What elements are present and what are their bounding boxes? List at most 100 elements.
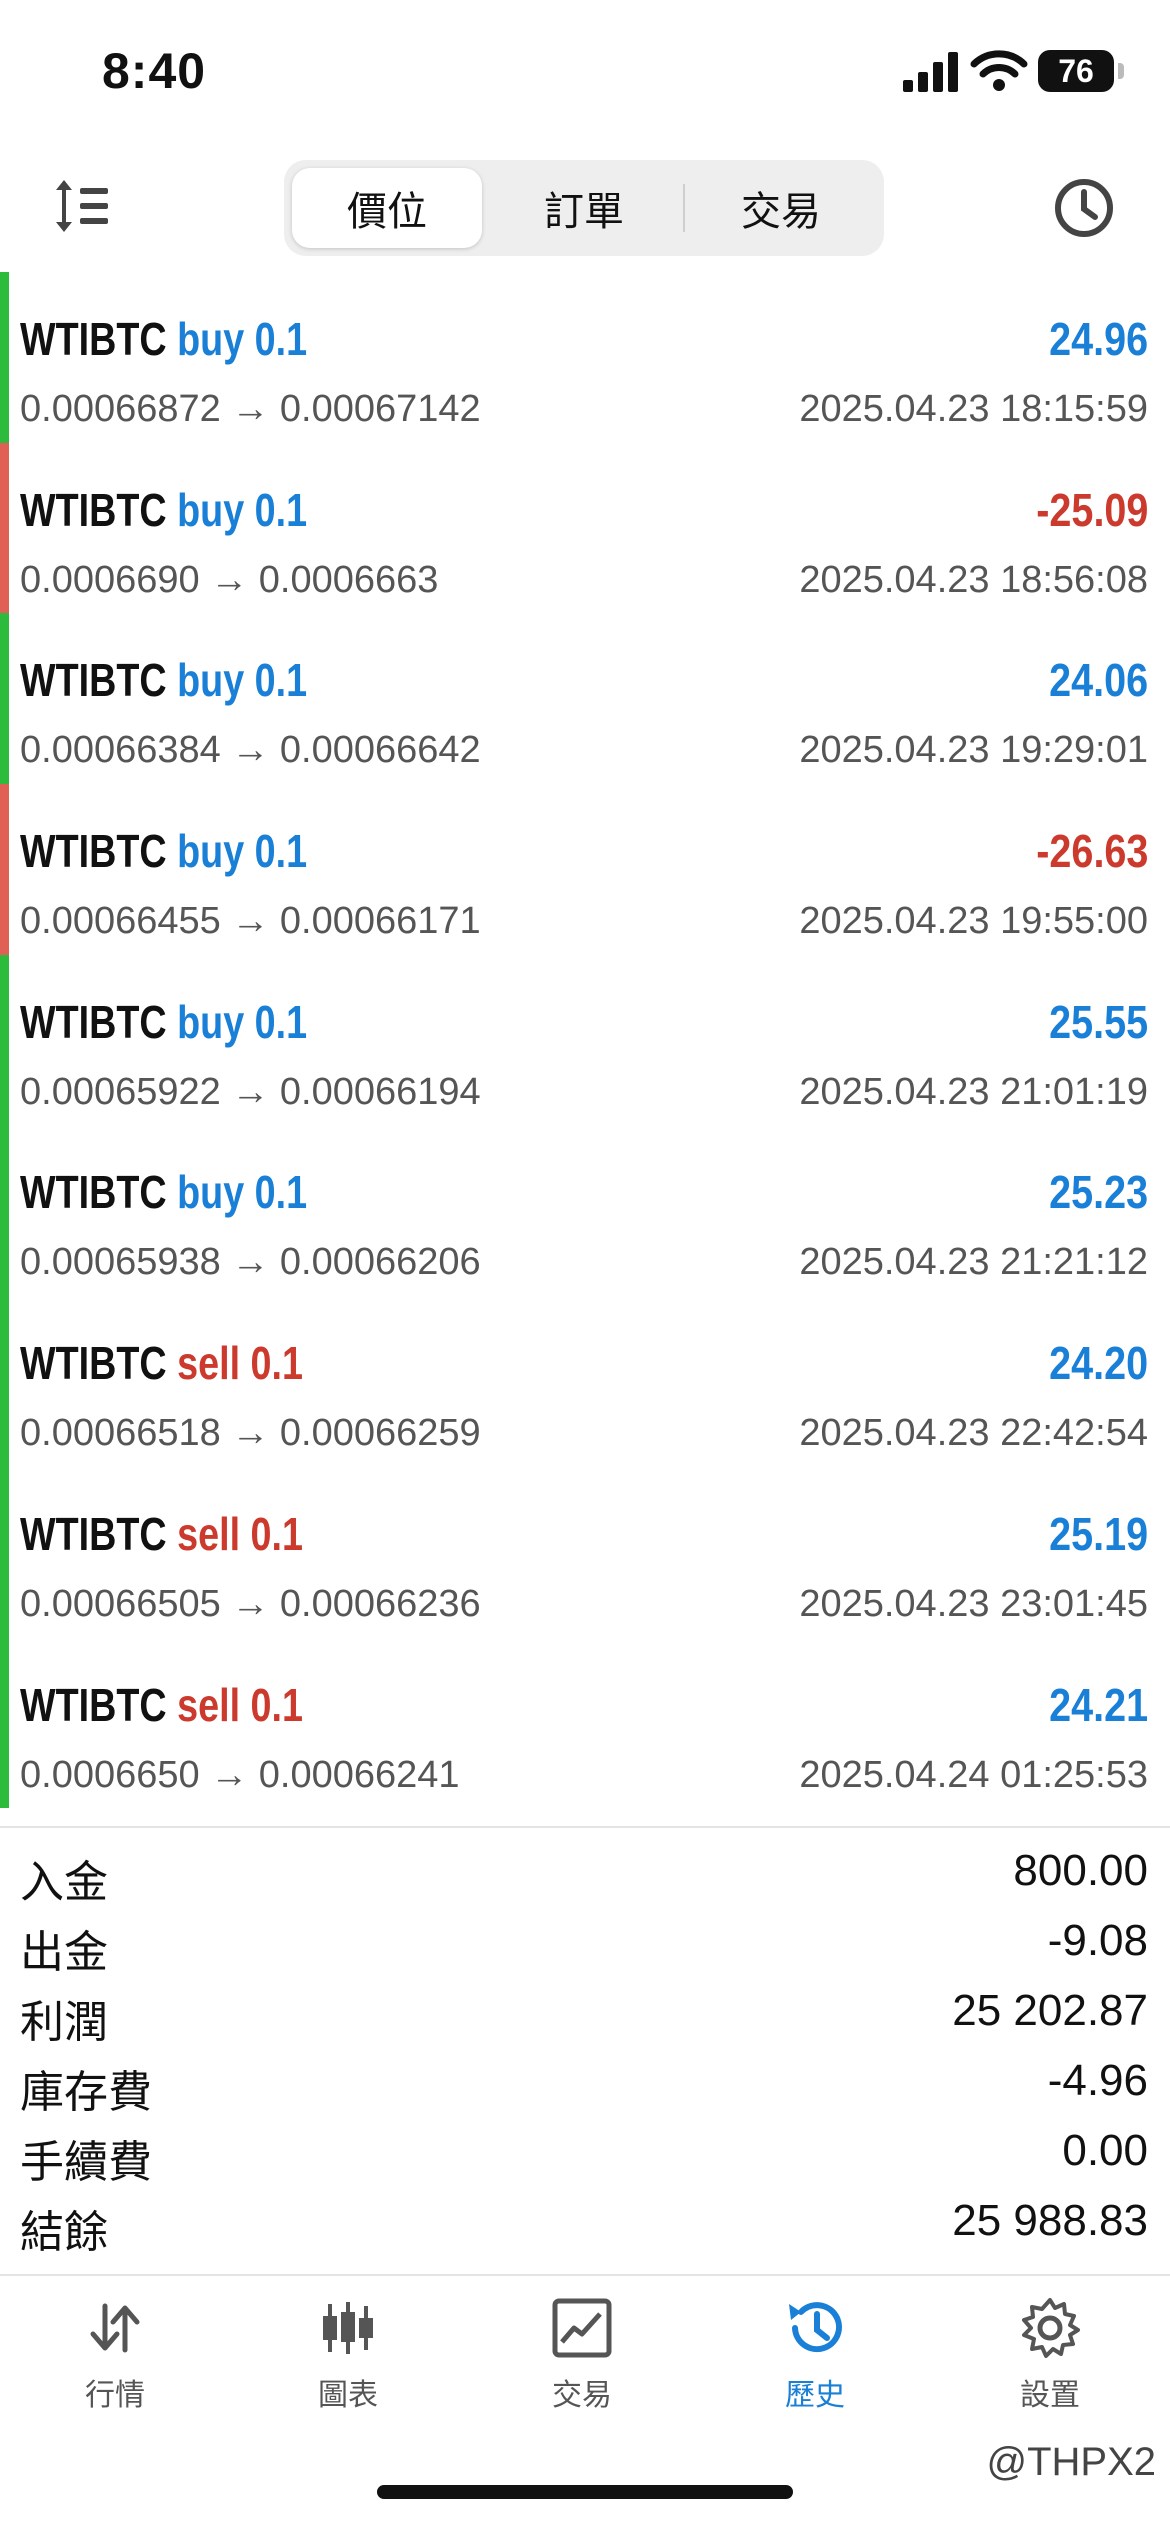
close-price: 0.00067142 <box>279 388 481 430</box>
sort-icon[interactable] <box>52 176 112 236</box>
symbol-name: WTIBTC <box>20 1507 167 1560</box>
trade-volume: 0.1 <box>254 313 308 365</box>
trade-action: sell <box>177 1678 241 1731</box>
trade-symbol: WTIBTC buy 0.1 <box>20 824 307 878</box>
summary-label: 入金 <box>20 1858 108 1907</box>
profit-indicator-bar <box>0 954 9 1126</box>
tab-trade[interactable]: 交易 <box>502 2296 662 2426</box>
symbol-name: WTIBTC <box>20 995 167 1048</box>
segment-price[interactable]: 價位 <box>292 168 482 248</box>
symbol-name: WTIBTC <box>20 654 167 707</box>
trade-prices: 0.0006690 → 0.0006663 <box>20 559 438 602</box>
trade-datetime: 2025.04.23 19:55:00 <box>799 900 1148 943</box>
trade-action: buy <box>177 995 245 1048</box>
summary-value: 800.00 <box>1013 1846 1148 1895</box>
open-price: 0.00066518 <box>20 1412 221 1455</box>
trade-row[interactable]: WTIBTC sell 0.1 24.20 0.00066518 → 0.00066… <box>0 1296 1170 1467</box>
tab-quotes[interactable]: 行情 <box>35 2296 195 2426</box>
trade-volume: 0.1 <box>254 825 308 878</box>
symbol-name: WTIBTC <box>20 1337 167 1390</box>
symbol-name: WTIBTC <box>20 313 167 365</box>
trade-row[interactable]: WTIBTC buy 0.1 25.23 0.00065938 → 0.000662… <box>0 1125 1170 1297</box>
trade-symbol: WTIBTC buy 0.1 <box>20 312 307 366</box>
trade-datetime: 2025.04.23 18:56:08 <box>799 558 1148 601</box>
summary-value: 25 202.87 <box>952 1986 1148 2035</box>
gear-icon <box>1022 2298 1080 2358</box>
battery-indicator: 76 <box>1038 50 1114 92</box>
trade-row[interactable]: WTIBTC buy 0.1 24.96 0.00066872 → 0.000671… <box>0 272 1170 443</box>
trade-datetime: 2025.04.23 21:01:19 <box>799 1070 1148 1113</box>
summary-row: 結餘 25 988.83 <box>0 2186 1170 2257</box>
tab-label: 歷史 <box>785 2379 845 2412</box>
open-price: 0.00066455 <box>20 900 221 943</box>
close-price: 0.00066259 <box>279 1412 481 1455</box>
trade-row[interactable]: WTIBTC buy 0.1 24.06 0.00066384 → 0.000666… <box>0 613 1170 785</box>
trade-action: sell <box>177 1337 241 1390</box>
arrows-updown-icon <box>90 2303 140 2353</box>
trade-volume: 0.1 <box>250 1678 303 1731</box>
home-indicator <box>377 2485 793 2499</box>
tab-history[interactable]: 歷史 <box>735 2296 895 2426</box>
open-price: 0.00066872 <box>20 388 221 430</box>
trade-symbol: WTIBTC buy 0.1 <box>20 483 307 537</box>
trade-profit: 24.20 <box>1048 1337 1148 1390</box>
segment-orders[interactable]: 訂單 <box>489 168 679 248</box>
trade-profit: 24.06 <box>1048 654 1148 707</box>
trade-action: buy <box>177 825 245 878</box>
trade-profit: 25.19 <box>1048 1507 1148 1560</box>
tab-charts[interactable]: 圖表 <box>268 2296 428 2426</box>
watermark: @THPX2 <box>986 2440 1156 2484</box>
summary-label: 庫存費 <box>20 2068 152 2117</box>
trade-action: buy <box>177 654 245 707</box>
symbol-name: WTIBTC <box>20 825 167 878</box>
trade-datetime: 2025.04.23 21:21:12 <box>799 1241 1148 1284</box>
trade-profit: 25.55 <box>1048 995 1148 1048</box>
trade-prices: 0.00066384 → 0.00066642 <box>20 729 481 772</box>
trade-volume: 0.1 <box>254 654 308 707</box>
profit-indicator-bar <box>0 1125 9 1297</box>
trade-volume: 0.1 <box>254 995 308 1048</box>
segment-deals[interactable]: 交易 <box>686 168 876 248</box>
summary-value: -4.96 <box>1047 2056 1148 2105</box>
tab-settings[interactable]: 設置 <box>970 2296 1130 2426</box>
trade-row[interactable]: WTIBTC buy 0.1 -26.63 0.00066455 → 0.00066… <box>0 784 1170 955</box>
trade-row[interactable]: WTIBTC buy 0.1 -25.09 0.0006690 → 0.000666… <box>0 442 1170 614</box>
trade-row[interactable]: WTIBTC sell 0.1 24.21 0.0006650 → 0.000662… <box>0 1637 1170 1809</box>
cellular-signal-icon <box>903 52 958 92</box>
divider <box>0 1826 1170 1828</box>
trade-profit: -25.09 <box>1035 483 1148 536</box>
trade-row[interactable]: WTIBTC buy 0.1 25.55 0.00065922 → 0.000661… <box>0 954 1170 1126</box>
trade-symbol: WTIBTC sell 0.1 <box>20 1336 303 1390</box>
arrow-right-icon: → <box>231 1412 270 1455</box>
wifi-icon <box>970 50 1028 91</box>
open-price: 0.00065938 <box>20 1241 221 1284</box>
trade-symbol: WTIBTC buy 0.1 <box>20 1165 307 1219</box>
arrow-right-icon: → <box>231 388 270 430</box>
trade-action: buy <box>177 483 245 536</box>
close-price: 0.00066236 <box>279 1582 481 1625</box>
summary-row: 利潤 25 202.87 <box>0 1976 1170 2047</box>
summary-label: 結餘 <box>20 2208 108 2257</box>
profit-indicator-bar <box>0 442 9 614</box>
summary-row: 入金 800.00 <box>0 1836 1170 1907</box>
tab-label: 交易 <box>552 2379 612 2412</box>
summary-row: 手續費 0.00 <box>0 2116 1170 2187</box>
summary-label: 出金 <box>20 1928 108 1977</box>
clock-icon[interactable] <box>1052 176 1116 240</box>
account-summary: 入金 800.00 出金 -9.08 利潤 25 202.87 庫存費 -4.96 手續費 0.0… <box>0 1836 1170 2257</box>
trade-symbol: WTIBTC buy 0.1 <box>20 995 307 1049</box>
trade-action: buy <box>177 313 245 365</box>
trade-prices: 0.00065938 → 0.00066206 <box>20 1241 481 1284</box>
battery-tip <box>1118 63 1124 79</box>
trade-row[interactable]: WTIBTC sell 0.1 25.19 0.00066505 → 0.00066… <box>0 1466 1170 1638</box>
trade-volume: 0.1 <box>254 1166 308 1219</box>
open-price: 0.00066505 <box>20 1582 221 1625</box>
trade-volume: 0.1 <box>250 1337 303 1390</box>
trade-prices: 0.00065922 → 0.00066194 <box>20 1071 481 1114</box>
open-price: 0.0006650 <box>20 1753 200 1796</box>
trade-datetime: 2025.04.23 23:01:45 <box>799 1582 1148 1625</box>
symbol-name: WTIBTC <box>20 1166 167 1219</box>
summary-row: 出金 -9.08 <box>0 1906 1170 1977</box>
trade-chart-icon <box>552 2298 612 2358</box>
summary-label: 手續費 <box>20 2138 152 2187</box>
